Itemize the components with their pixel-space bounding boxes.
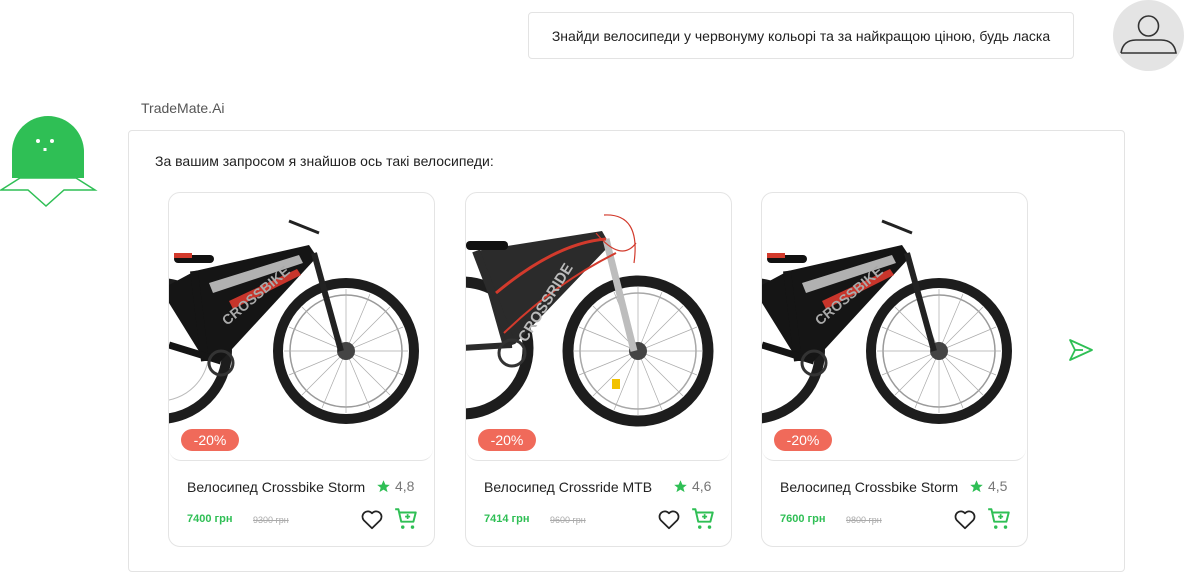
product-image[interactable]: CROSSBIKE -20% xyxy=(169,193,433,461)
favorite-button[interactable] xyxy=(952,506,978,532)
bicycle-image: CROSSBIKE xyxy=(762,219,1012,424)
product-price: 7414 грн xyxy=(484,513,530,525)
product-old-price: 9600 грн xyxy=(550,515,586,525)
product-card[interactable]: CROSSBIKE -20% Велосипед Crossbike Storm… xyxy=(168,192,435,547)
user-message-text: Знайди велосипеди у червонуму кольорі та… xyxy=(551,27,1051,44)
star-icon xyxy=(674,479,687,492)
product-old-price: 9300 грн xyxy=(253,515,289,525)
bot-avatar xyxy=(0,112,98,208)
discount-badge: -20% xyxy=(478,429,536,451)
product-title[interactable]: Велосипед Crossbike Storm xyxy=(187,479,369,495)
bot-message-panel: За вашим запросом я знайшов ось такі вел… xyxy=(128,130,1125,572)
product-rating: 4,5 xyxy=(969,478,1007,494)
product-price: 7600 грн xyxy=(780,513,826,525)
product-image[interactable]: CROSSRIDE -20% xyxy=(466,193,730,461)
heart-icon xyxy=(954,510,976,530)
product-price: 7400 грн xyxy=(187,513,233,525)
heart-icon xyxy=(658,510,680,530)
bicycle-image: CROSSRIDE xyxy=(466,214,714,427)
favorite-button[interactable] xyxy=(656,506,682,532)
star-icon xyxy=(970,479,983,492)
add-to-cart-button[interactable] xyxy=(393,506,419,532)
rating-value: 4,8 xyxy=(395,478,415,494)
user-icon xyxy=(1120,15,1177,54)
cart-icon xyxy=(395,508,417,529)
product-card[interactable]: CROSSRIDE -20% Велосипед Crossride MTB 4… xyxy=(465,192,732,547)
discount-badge: -20% xyxy=(774,429,832,451)
send-arrow-icon xyxy=(1069,339,1093,361)
product-image[interactable]: CROSSBIKE -20% xyxy=(762,193,1026,461)
favorite-button[interactable] xyxy=(359,506,385,532)
product-rating: 4,6 xyxy=(673,478,711,494)
rating-value: 4,6 xyxy=(692,478,712,494)
rating-value: 4,5 xyxy=(988,478,1008,494)
add-to-cart-button[interactable] xyxy=(986,506,1012,532)
product-card[interactable]: CROSSBIKE -20% Велосипед Crossbike Storm… xyxy=(761,192,1028,547)
ghost-mascot-icon xyxy=(0,116,98,208)
product-title[interactable]: Велосипед Crossride MTB xyxy=(484,479,666,495)
cart-icon xyxy=(692,508,714,529)
user-message-bubble: Знайди велосипеди у червонуму кольорі та… xyxy=(528,12,1074,59)
heart-icon xyxy=(361,510,383,530)
next-products-button[interactable] xyxy=(1066,336,1094,364)
product-rating: 4,8 xyxy=(376,478,414,494)
product-title[interactable]: Велосипед Crossbike Storm xyxy=(780,479,962,495)
bot-name: TradeMate.Ai xyxy=(141,100,225,116)
add-to-cart-button[interactable] xyxy=(690,506,716,532)
bicycle-image: CROSSBIKE xyxy=(169,219,419,424)
user-avatar[interactable] xyxy=(1113,0,1184,71)
star-icon xyxy=(377,479,390,492)
discount-badge: -20% xyxy=(181,429,239,451)
bot-intro-text: За вашим запросом я знайшов ось такі вел… xyxy=(155,153,494,169)
cart-icon xyxy=(988,508,1010,529)
product-old-price: 9800 грн xyxy=(846,515,882,525)
